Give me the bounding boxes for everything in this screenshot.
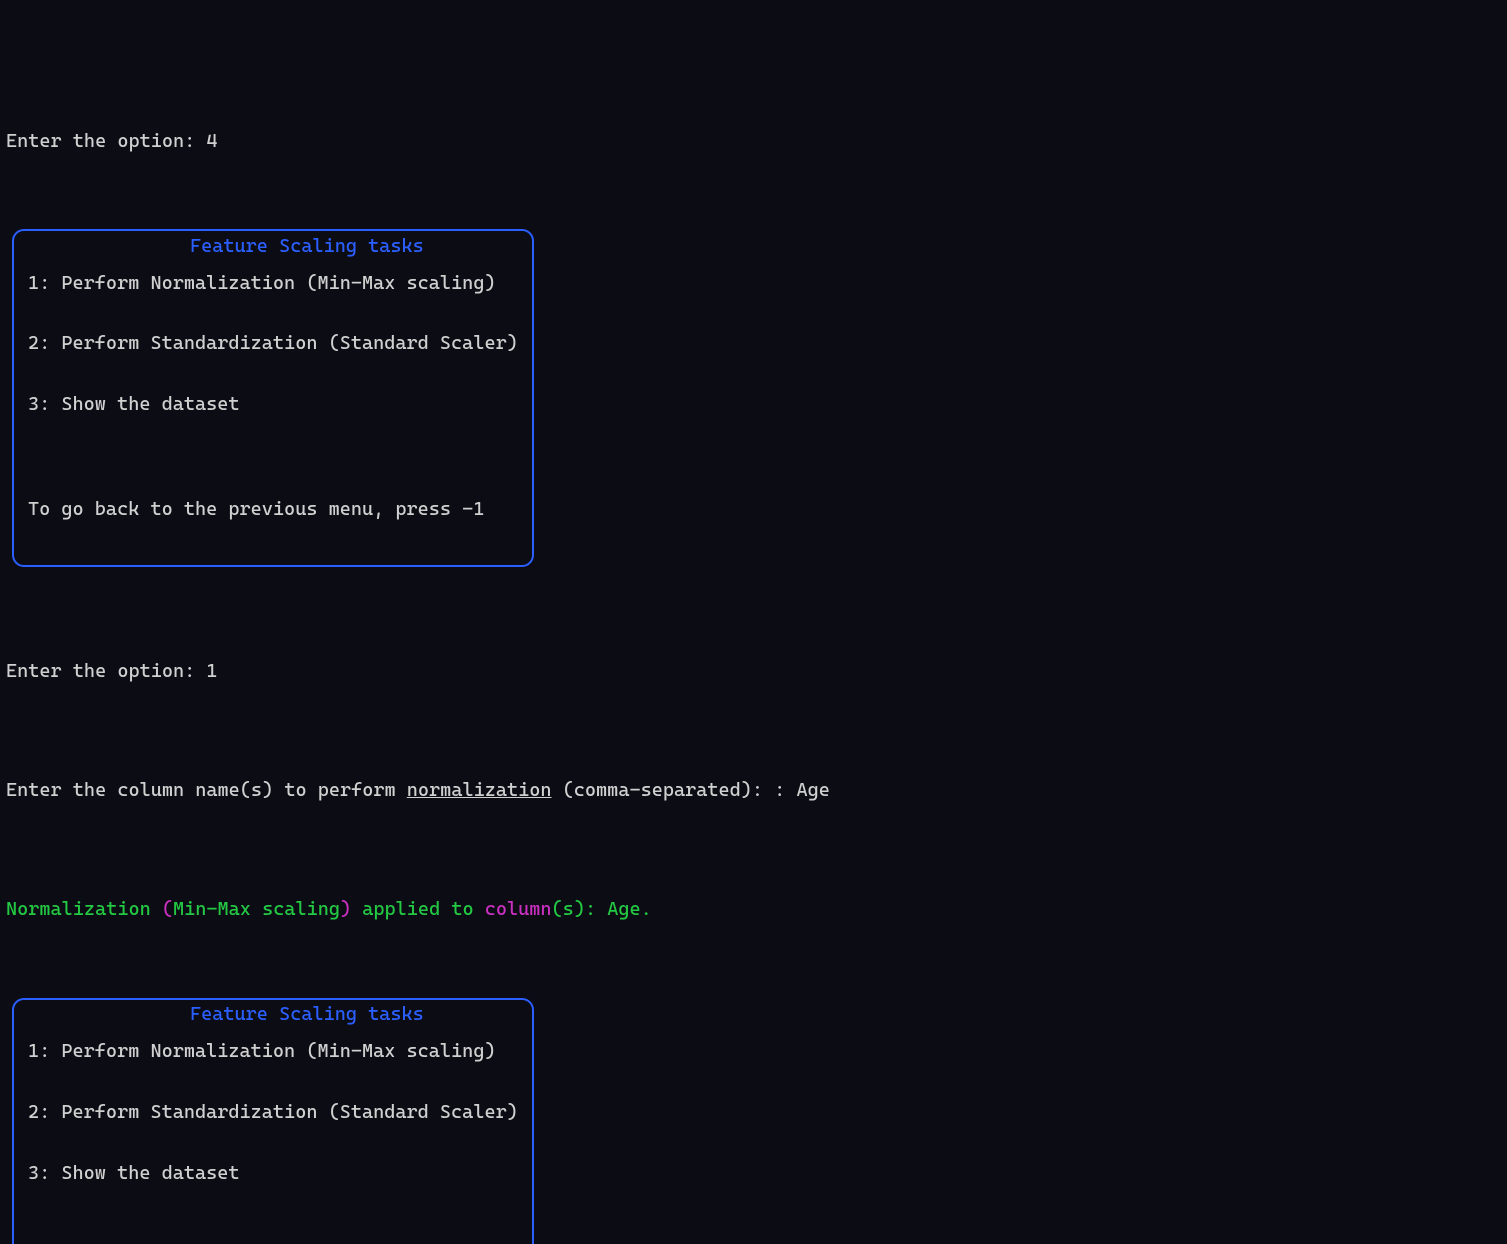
result-seg: ): [340, 898, 362, 920]
menu-box-1: Feature Scaling tasks 1: Perform Normali…: [12, 186, 1501, 567]
result-seg: .: [641, 898, 652, 920]
prompt-value: 1: [206, 660, 217, 682]
result-seg: column: [485, 898, 552, 920]
menu-back: To go back to the previous menu, press -…: [28, 494, 518, 524]
result-seg: applied to: [362, 898, 484, 920]
menu-item: 3: Show the dataset: [28, 1158, 518, 1188]
menu-item: 2: Perform Standardization (Standard Sca…: [28, 1097, 518, 1127]
result-seg: ):: [574, 898, 596, 920]
prompt-label: Enter the option:: [6, 660, 206, 682]
result-seg: (: [552, 898, 563, 920]
colprompt-pre: Enter the column name(s) to perform: [6, 779, 407, 801]
menu-item: 1: Perform Normalization (Min-Max scalin…: [28, 1036, 518, 1066]
prompt-line-1[interactable]: Enter the option: 4: [6, 126, 1501, 156]
prompt-label: Enter the option:: [6, 130, 206, 152]
result-seg: Age: [596, 898, 641, 920]
column-prompt[interactable]: Enter the column name(s) to perform norm…: [6, 775, 1501, 805]
menu-item: 3: Show the dataset: [28, 389, 518, 419]
prompt-line-2[interactable]: Enter the option: 1: [6, 656, 1501, 686]
menu-frame: 1: Perform Normalization (Min-Max scalin…: [12, 229, 534, 567]
menu-box-2: Feature Scaling tasks 1: Perform Normali…: [12, 955, 1501, 1244]
colprompt-value: Age: [796, 779, 829, 801]
result-seg: (: [162, 898, 173, 920]
prompt-value: 4: [206, 130, 217, 152]
colprompt-underlined: normalization: [407, 779, 552, 801]
menu-frame: 1: Perform Normalization (Min-Max scalin…: [12, 998, 534, 1244]
colprompt-post: (comma-separated): :: [552, 779, 797, 801]
result-seg: Normalization: [6, 898, 162, 920]
menu-item: 2: Perform Standardization (Standard Sca…: [28, 328, 518, 358]
menu-item: 1: Perform Normalization (Min-Max scalin…: [28, 268, 518, 298]
result-seg: s: [563, 898, 574, 920]
result-line: Normalization (Min-Max scaling) applied …: [6, 894, 1501, 924]
result-seg: Min-Max scaling: [173, 898, 340, 920]
